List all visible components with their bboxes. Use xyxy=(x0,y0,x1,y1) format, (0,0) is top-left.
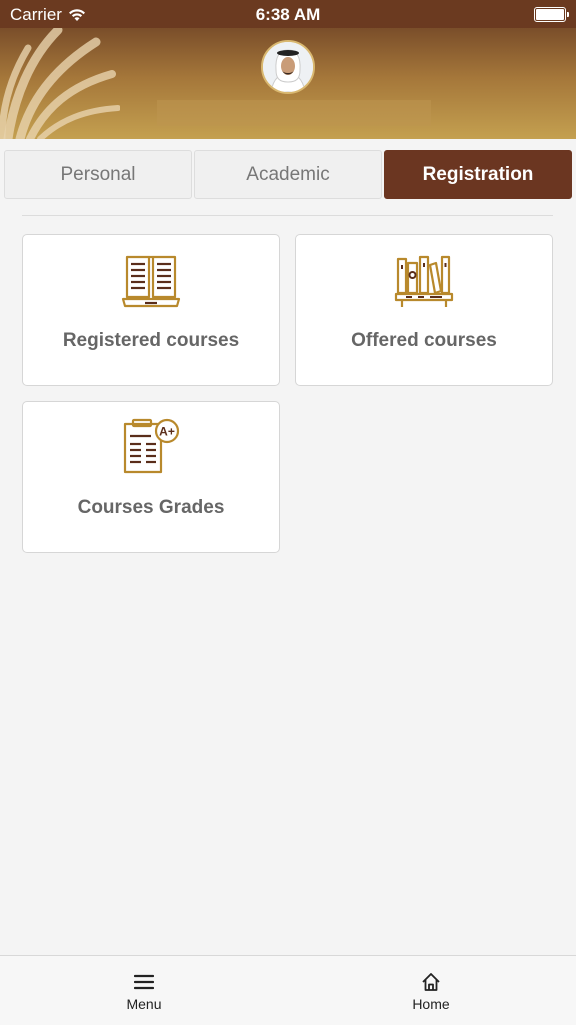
registered-courses-card[interactable]: Registered courses xyxy=(22,234,280,386)
card-label: Offered courses xyxy=(351,330,497,351)
bottom-navigation: Menu Home xyxy=(0,955,576,1025)
menu-label: Menu xyxy=(126,996,162,1012)
svg-text:A+: A+ xyxy=(159,425,175,439)
card-label: Courses Grades xyxy=(77,497,225,518)
tab-label: Personal xyxy=(60,163,136,185)
hamburger-menu-icon xyxy=(134,974,154,990)
card-label: Registered courses xyxy=(62,330,240,351)
status-bar: Carrier 6:38 AM xyxy=(0,0,576,28)
tab-label: Registration xyxy=(422,163,534,185)
divider xyxy=(22,215,553,216)
user-portrait-icon xyxy=(263,42,313,92)
leaf-decoration-icon xyxy=(0,28,120,139)
tab-registration[interactable]: Registration xyxy=(384,150,572,199)
home-label: Home xyxy=(412,996,450,1012)
section-tabs: Personal Academic Registration xyxy=(4,150,572,199)
open-book-icon xyxy=(121,255,181,308)
courses-grades-card[interactable]: A+ Courses Grades xyxy=(22,401,280,553)
avatar[interactable] xyxy=(261,40,315,94)
home-icon xyxy=(422,973,440,991)
profile-header xyxy=(0,28,576,139)
offered-courses-card[interactable]: Offered courses xyxy=(295,234,553,386)
menu-button[interactable]: Menu xyxy=(84,956,204,1025)
tab-academic[interactable]: Academic xyxy=(194,150,382,199)
home-button[interactable]: Home xyxy=(371,956,491,1025)
status-time: 6:38 AM xyxy=(255,5,321,24)
bookshelf-icon xyxy=(394,255,454,307)
student-name-placeholder xyxy=(157,100,431,126)
tab-personal[interactable]: Personal xyxy=(4,150,192,199)
tab-label: Academic xyxy=(246,163,330,185)
grade-report-icon: A+ xyxy=(123,418,180,474)
battery-icon xyxy=(534,7,569,22)
